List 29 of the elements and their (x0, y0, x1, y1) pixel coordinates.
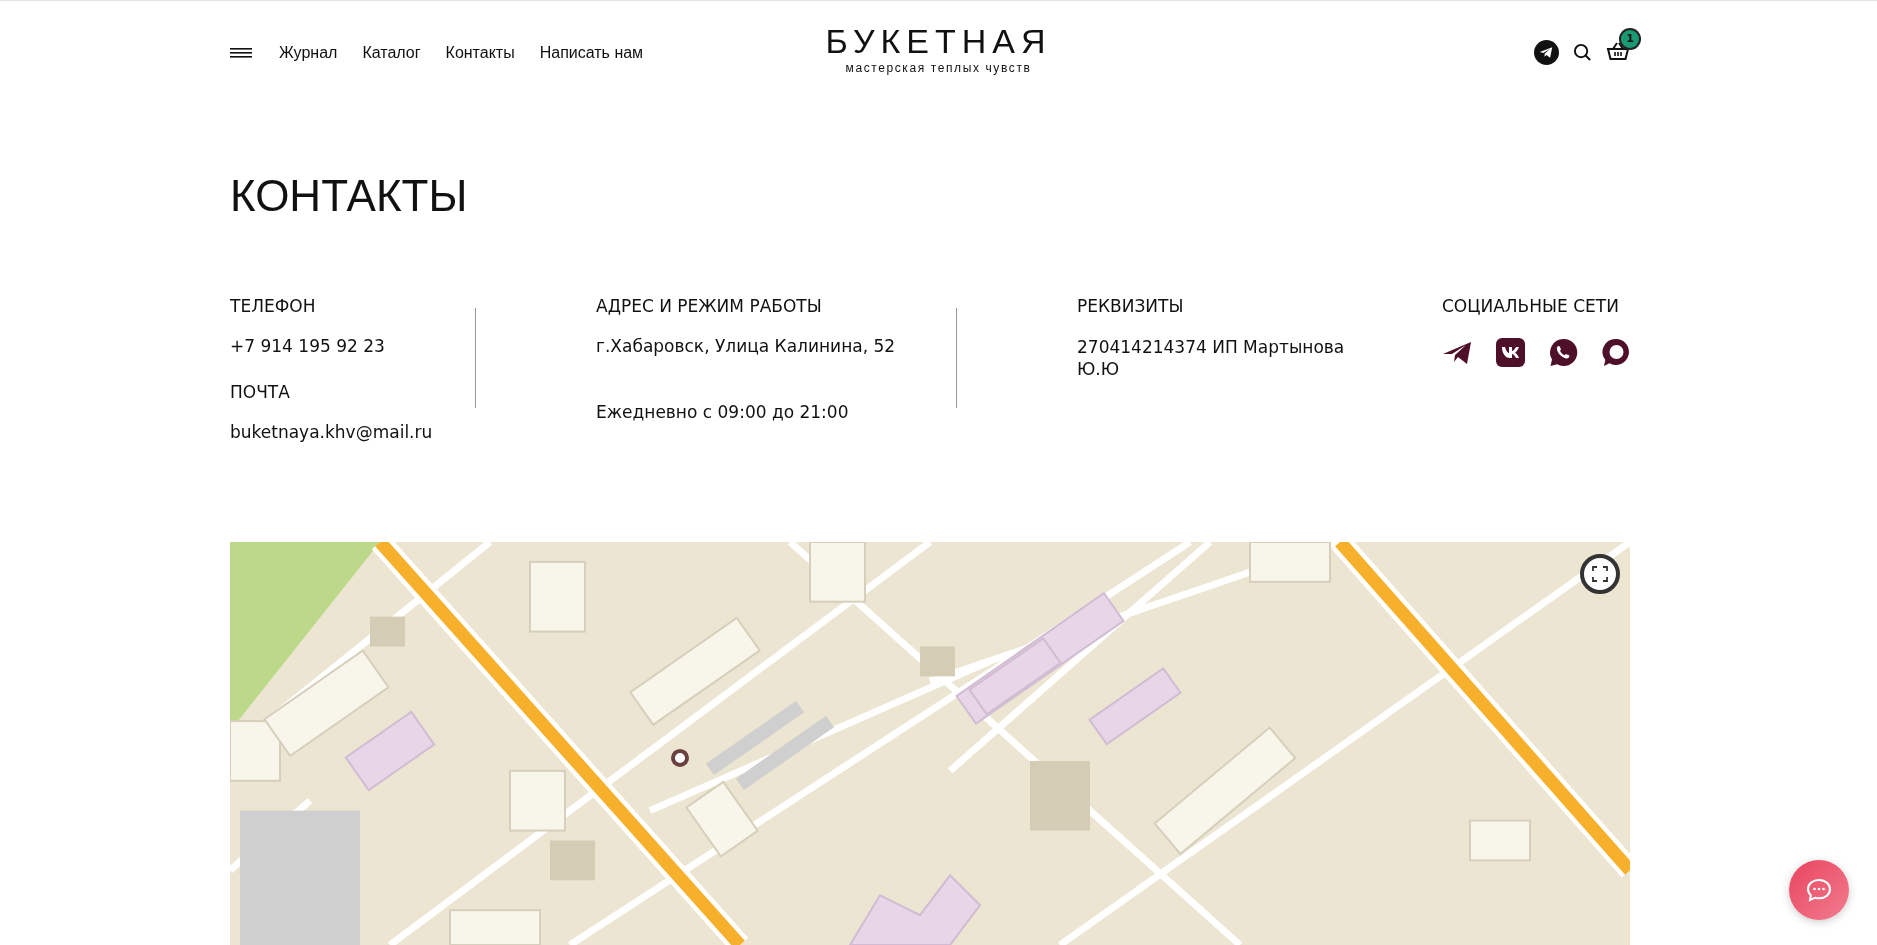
menu-icon[interactable] (230, 47, 252, 58)
phone-heading: ТЕЛЕФОН (230, 295, 316, 318)
fullscreen-icon (1592, 566, 1608, 582)
phone-link[interactable]: +7 914 195 92 23 (230, 336, 385, 356)
phone-bubble-icon[interactable] (1549, 338, 1578, 367)
address-text: г.Хабаровск, Улица Калинина, 52 (596, 336, 896, 356)
nav-link[interactable]: Журнал (279, 43, 338, 62)
email-heading: ПОЧТА (230, 381, 290, 404)
nav-link[interactable]: Контакты (445, 43, 515, 62)
requisites-heading: РЕКВИЗИТЫ (1077, 295, 1184, 318)
speech-bubble-icon[interactable] (1602, 338, 1630, 367)
address-heading: АДРЕС И РЕЖИМ РАБОТЫ (596, 295, 822, 318)
logo-title: БУКЕТНАЯ (825, 23, 1052, 59)
paper-plane-icon[interactable] (1442, 340, 1472, 365)
page-title: КОНТАКТЫ (230, 170, 469, 222)
chat-icon (1806, 878, 1832, 902)
social-heading: СОЦИАЛЬНЫЕ СЕТИ (1442, 295, 1619, 318)
hours-text: Ежедневно с 09:00 до 21:00 (596, 402, 849, 422)
paper-plane-icon[interactable] (1534, 40, 1559, 65)
chat-button[interactable] (1789, 860, 1849, 920)
email-link[interactable]: buketnaya.khv@mail.ru (230, 422, 433, 442)
nav-link[interactable]: Каталог (362, 43, 421, 62)
nav-link[interactable]: Написать нам (539, 43, 644, 62)
logo-subtitle: мастерская теплых чувств (845, 61, 1032, 75)
requisites-text: 270414214374 ИП Мартынова Ю.Ю (1077, 336, 1346, 380)
basket-icon[interactable] (1606, 40, 1630, 61)
cart-count-badge: 1 (1621, 29, 1639, 48)
search-icon[interactable] (1573, 43, 1592, 62)
vk-icon[interactable] (1496, 338, 1525, 367)
